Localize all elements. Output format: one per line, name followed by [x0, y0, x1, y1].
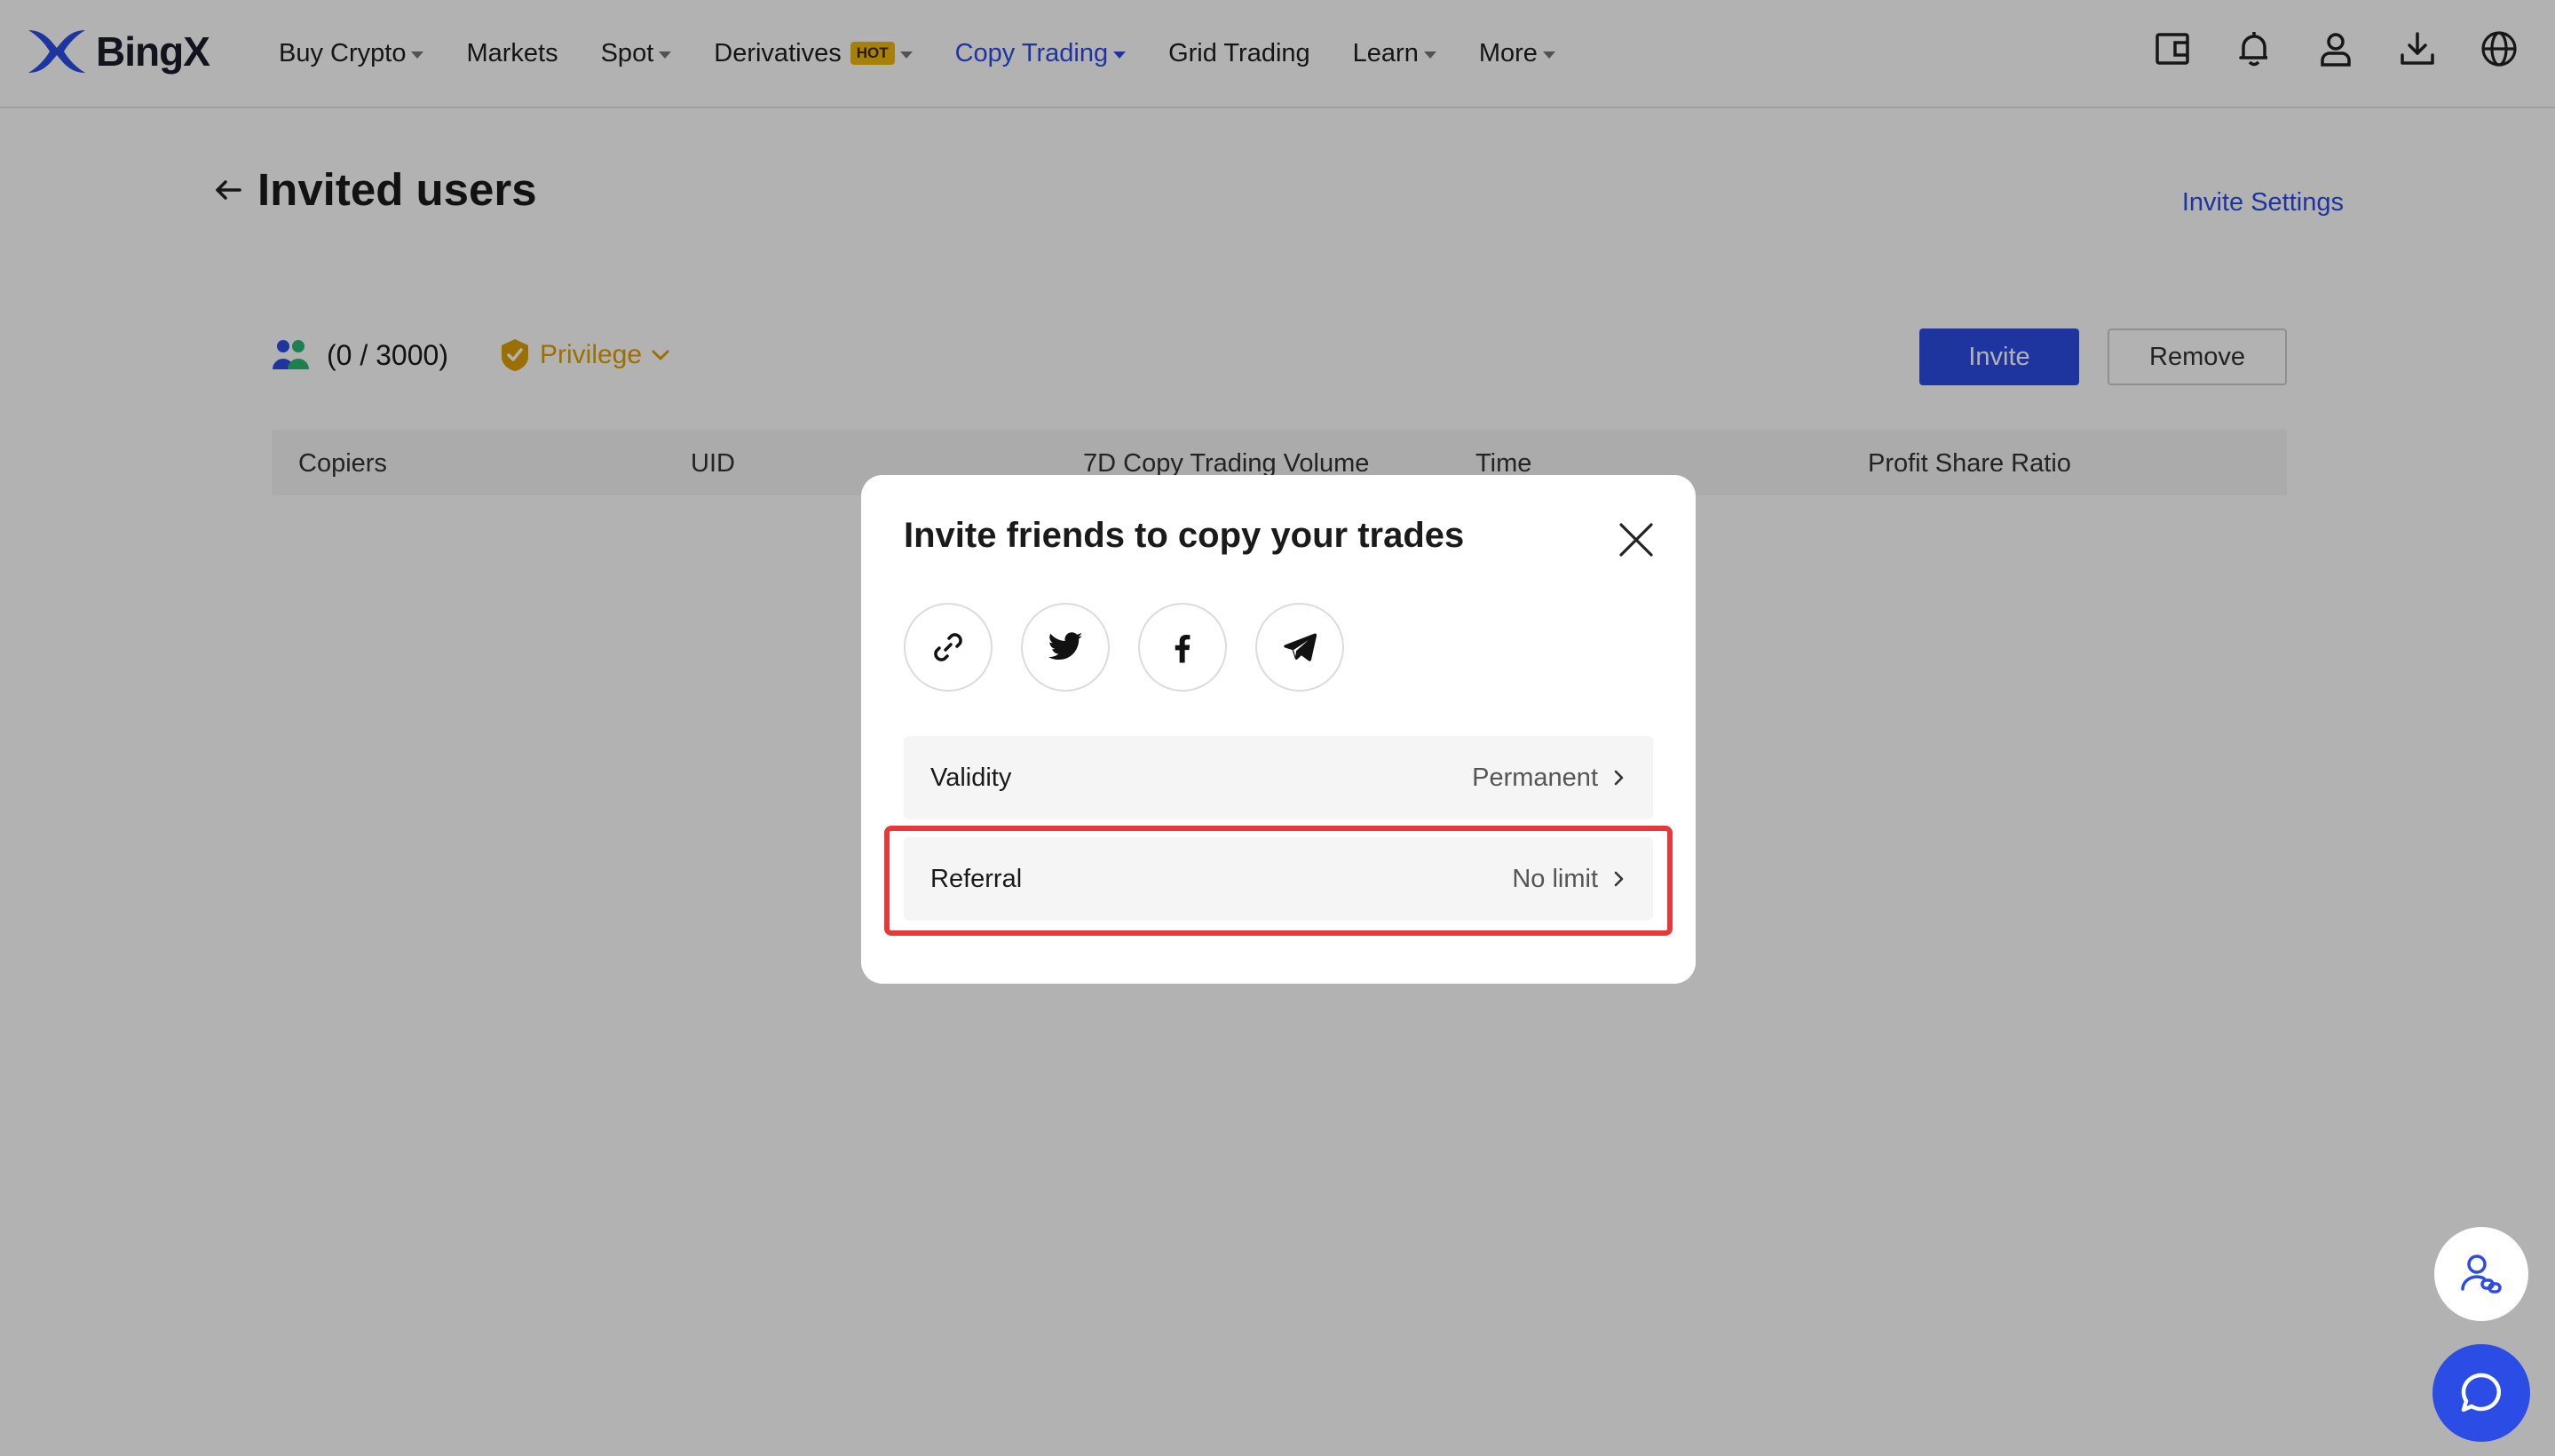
support-float-button[interactable]	[2434, 1227, 2528, 1321]
telegram-icon	[1284, 633, 1317, 661]
invite-friends-modal: Invite friends to copy your trades Valid…	[861, 475, 1696, 984]
chat-float-button[interactable]	[2432, 1344, 2530, 1442]
chat-bubble-icon	[2461, 1373, 2501, 1412]
chevron-right-icon	[1614, 770, 1624, 786]
link-icon	[934, 633, 962, 661]
share-copy-link-button[interactable]	[904, 603, 993, 692]
validity-value: Permanent	[1472, 763, 1598, 792]
share-facebook-button[interactable]	[1138, 603, 1227, 692]
referral-highlight-box	[884, 826, 1673, 936]
user-link-icon	[2461, 1254, 2502, 1294]
close-icon[interactable]	[1618, 521, 1655, 558]
facebook-icon	[1175, 635, 1190, 663]
validity-label: Validity	[930, 763, 1012, 792]
share-twitter-button[interactable]	[1021, 603, 1110, 692]
modal-title: Invite friends to copy your trades	[904, 516, 1465, 555]
validity-option[interactable]: Validity Permanent	[904, 736, 1653, 819]
share-buttons	[904, 603, 1344, 692]
twitter-icon	[1048, 632, 1083, 661]
share-telegram-button[interactable]	[1255, 603, 1344, 692]
validity-value-group: Permanent	[1472, 764, 1626, 793]
